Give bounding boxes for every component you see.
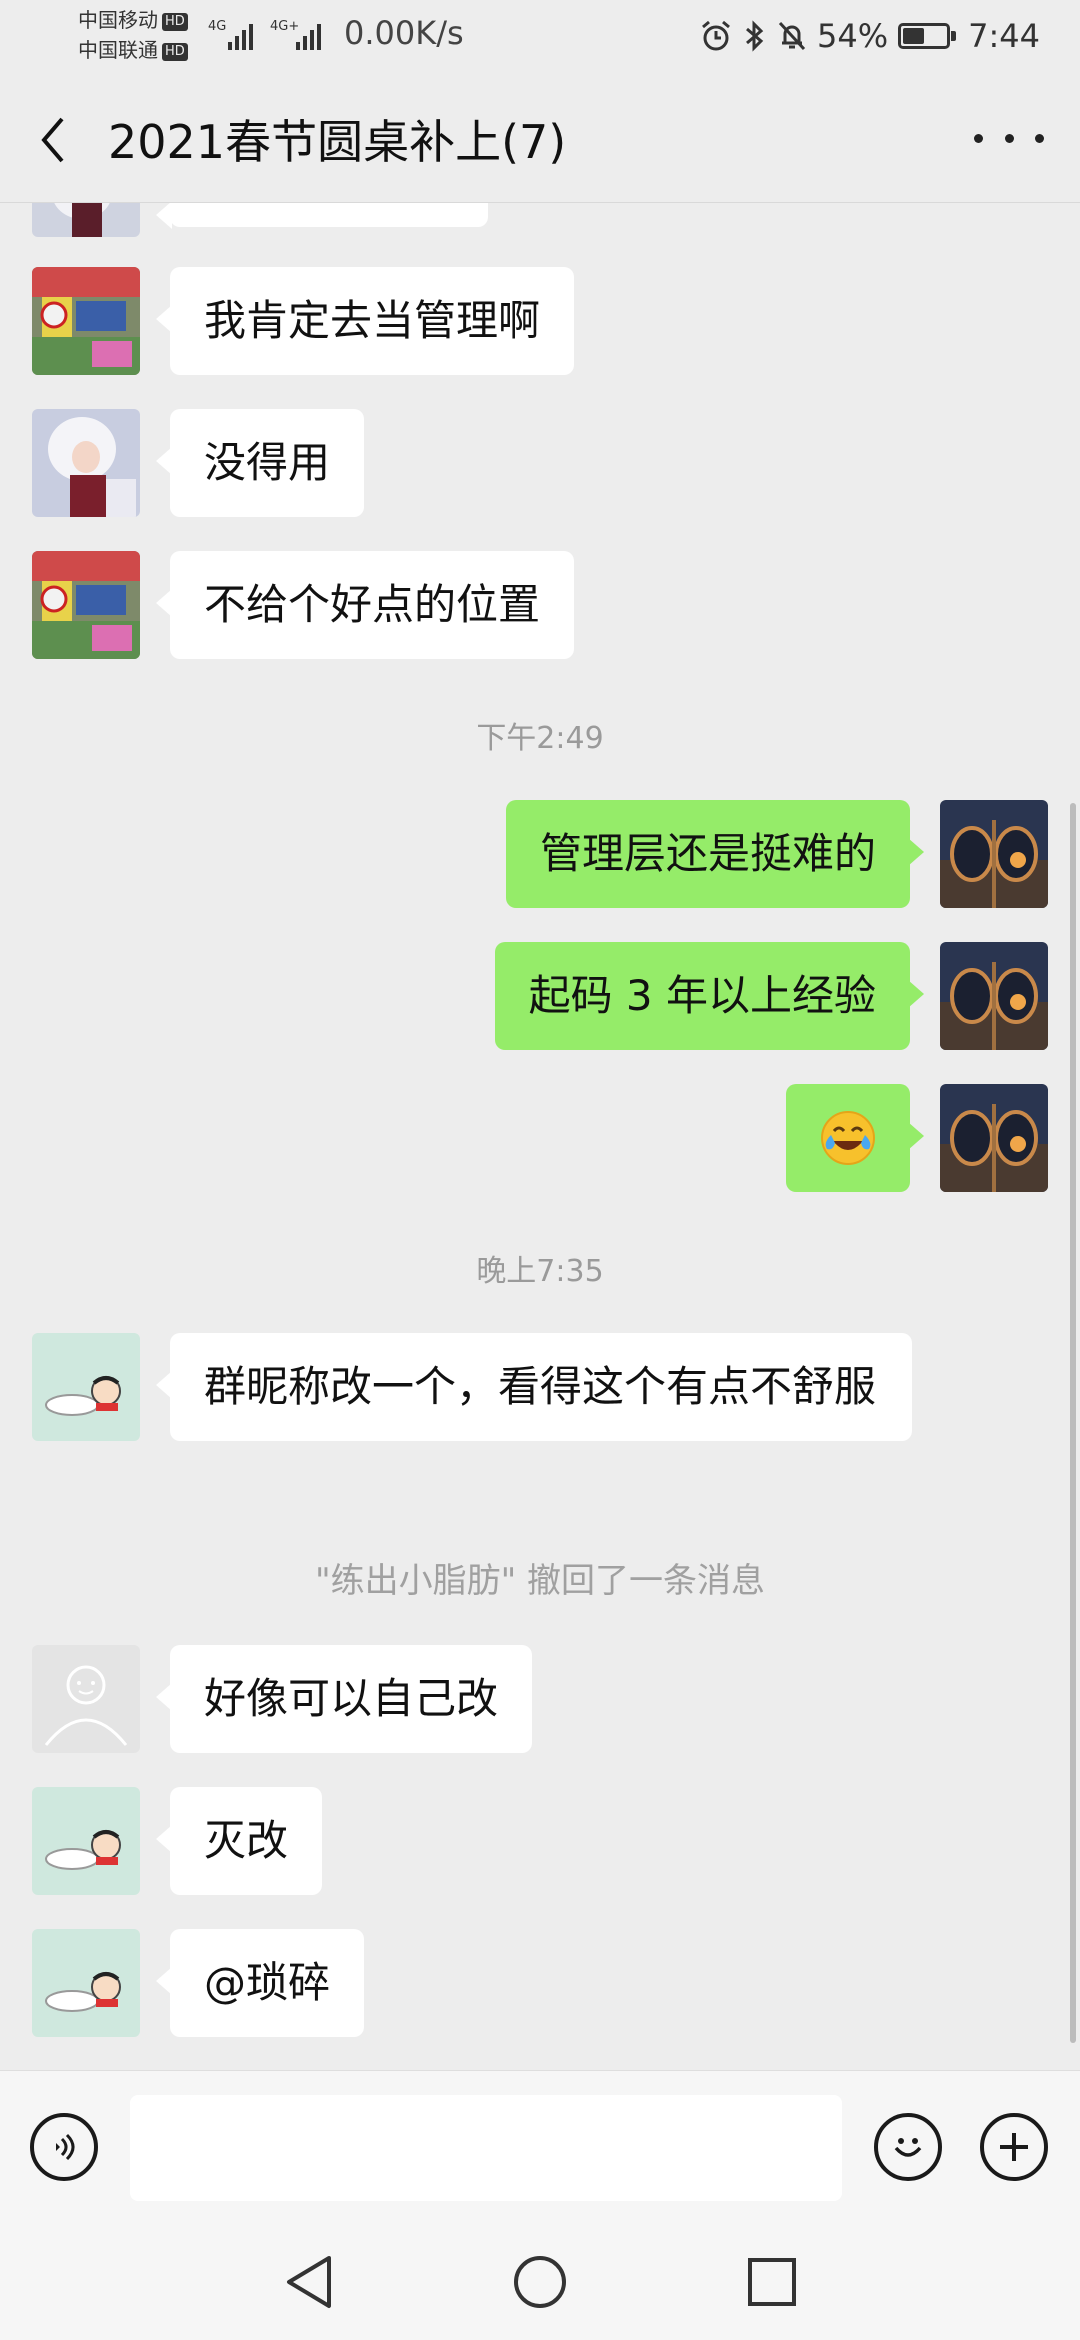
nav-home-button[interactable] bbox=[508, 2250, 572, 2314]
message-bubble-self[interactable]: 起码 3 年以上经验 bbox=[494, 942, 925, 1050]
timestamp: 晚上7:35 bbox=[476, 1254, 604, 1289]
square-recents-icon bbox=[748, 2258, 796, 2306]
message-bubble[interactable]: @琐碎 bbox=[155, 1929, 365, 2037]
carrier-2: 中国联通 HD bbox=[78, 38, 188, 62]
message-text: 起码 3 年以上经验 bbox=[528, 971, 876, 1020]
message-bubble[interactable]: 好像可以自己改 bbox=[155, 1645, 533, 1753]
message-bubble-self[interactable]: 管理层还是挺难的 bbox=[505, 800, 925, 908]
battery-percent: 54% bbox=[817, 17, 889, 55]
plus-icon bbox=[1000, 2133, 1028, 2161]
avatar-crayon[interactable] bbox=[32, 1333, 140, 1441]
message-text: @琐碎 bbox=[204, 1958, 331, 2007]
laughing-tears-emoji-icon bbox=[821, 1111, 875, 1165]
status-bar: 中国移动 HD 中国联通 HD 4G 4G+ 0.00K/s 54% 7:44 bbox=[0, 0, 1080, 72]
message-text: 灭改 bbox=[204, 1816, 289, 1865]
message-bubble[interactable]: 群昵称改一个，看得这个有点不舒服 bbox=[156, 1333, 912, 1441]
status-right: 54% 7:44 bbox=[699, 14, 1040, 58]
message-input[interactable] bbox=[130, 2095, 842, 2201]
avatar-anime[interactable] bbox=[32, 203, 140, 237]
avatar-self[interactable] bbox=[940, 942, 1048, 1050]
input-bar bbox=[0, 2070, 1080, 2223]
message-bubble-partial[interactable] bbox=[156, 203, 488, 229]
recall-notice: "练出小脂肪" 撤回了一条消息 bbox=[314, 1561, 766, 1601]
bluetooth-icon bbox=[746, 20, 764, 52]
plus-button[interactable] bbox=[980, 2113, 1048, 2181]
chat-header: 2021春节圆桌补上(7) bbox=[0, 72, 1080, 203]
net-speed: 0.00K/s bbox=[344, 14, 464, 52]
avatar-anime[interactable] bbox=[32, 409, 140, 517]
avatar-self[interactable] bbox=[940, 800, 1048, 908]
message-text: 我肯定去当管理啊 bbox=[204, 296, 541, 345]
avatar-colorful[interactable] bbox=[32, 551, 140, 659]
signal-1-icon: 4G bbox=[208, 19, 253, 50]
chat-area[interactable]: 我肯定去当管理啊 没得用 不给个好点的位置 下午2:49 管理层还是挺难的 起码… bbox=[0, 203, 1080, 2070]
message-text: 好像可以自己改 bbox=[204, 1674, 499, 1723]
more-button[interactable] bbox=[974, 118, 1044, 158]
avatar-self[interactable] bbox=[940, 1084, 1048, 1192]
mute-bell-icon bbox=[778, 21, 806, 51]
scrollbar[interactable] bbox=[1070, 803, 1076, 2043]
emoji-button[interactable] bbox=[874, 2113, 942, 2181]
message-bubble[interactable]: 没得用 bbox=[155, 409, 365, 517]
triangle-back-icon bbox=[287, 2256, 331, 2308]
more-icon-dot bbox=[974, 133, 983, 143]
avatar-colorful[interactable] bbox=[32, 267, 140, 375]
circle-home-icon bbox=[514, 2256, 566, 2308]
message-bubble-self[interactable] bbox=[786, 1084, 924, 1192]
carrier-1: 中国移动 HD bbox=[78, 8, 188, 32]
signal-2-icon: 4G+ bbox=[270, 19, 321, 50]
back-button[interactable] bbox=[28, 110, 78, 170]
clock: 7:44 bbox=[968, 17, 1040, 55]
message-bubble[interactable]: 灭改 bbox=[155, 1787, 323, 1895]
message-bubble[interactable]: 我肯定去当管理啊 bbox=[155, 267, 575, 375]
alarm-icon bbox=[702, 20, 730, 51]
svg-text:4G: 4G bbox=[208, 19, 226, 34]
message-text: 群昵称改一个，看得这个有点不舒服 bbox=[204, 1362, 877, 1411]
battery-icon bbox=[898, 23, 957, 49]
avatar-crayon[interactable] bbox=[32, 1787, 140, 1895]
back-arrow-icon bbox=[41, 117, 64, 163]
message-text: 没得用 bbox=[204, 438, 331, 487]
nav-back-button[interactable] bbox=[276, 2250, 340, 2314]
voice-icon bbox=[56, 2133, 75, 2161]
svg-text:4G+: 4G+ bbox=[270, 19, 299, 34]
more-icon-dot bbox=[1004, 133, 1014, 143]
system-nav-bar bbox=[0, 2222, 1080, 2340]
avatar-crayon[interactable] bbox=[32, 1929, 140, 2037]
voice-button[interactable] bbox=[30, 2113, 98, 2181]
timestamp: 下午2:49 bbox=[476, 721, 604, 756]
message-text: 管理层还是挺难的 bbox=[539, 829, 876, 878]
nav-recents-button[interactable] bbox=[740, 2250, 804, 2314]
avatar-default[interactable] bbox=[32, 1645, 140, 1753]
message-text: 不给个好点的位置 bbox=[204, 580, 541, 629]
emoji-icon bbox=[894, 2138, 922, 2157]
more-icon-dot bbox=[1035, 133, 1044, 143]
chat-title: 2021春节圆桌补上(7) bbox=[108, 115, 567, 169]
message-bubble[interactable]: 不给个好点的位置 bbox=[155, 551, 575, 659]
